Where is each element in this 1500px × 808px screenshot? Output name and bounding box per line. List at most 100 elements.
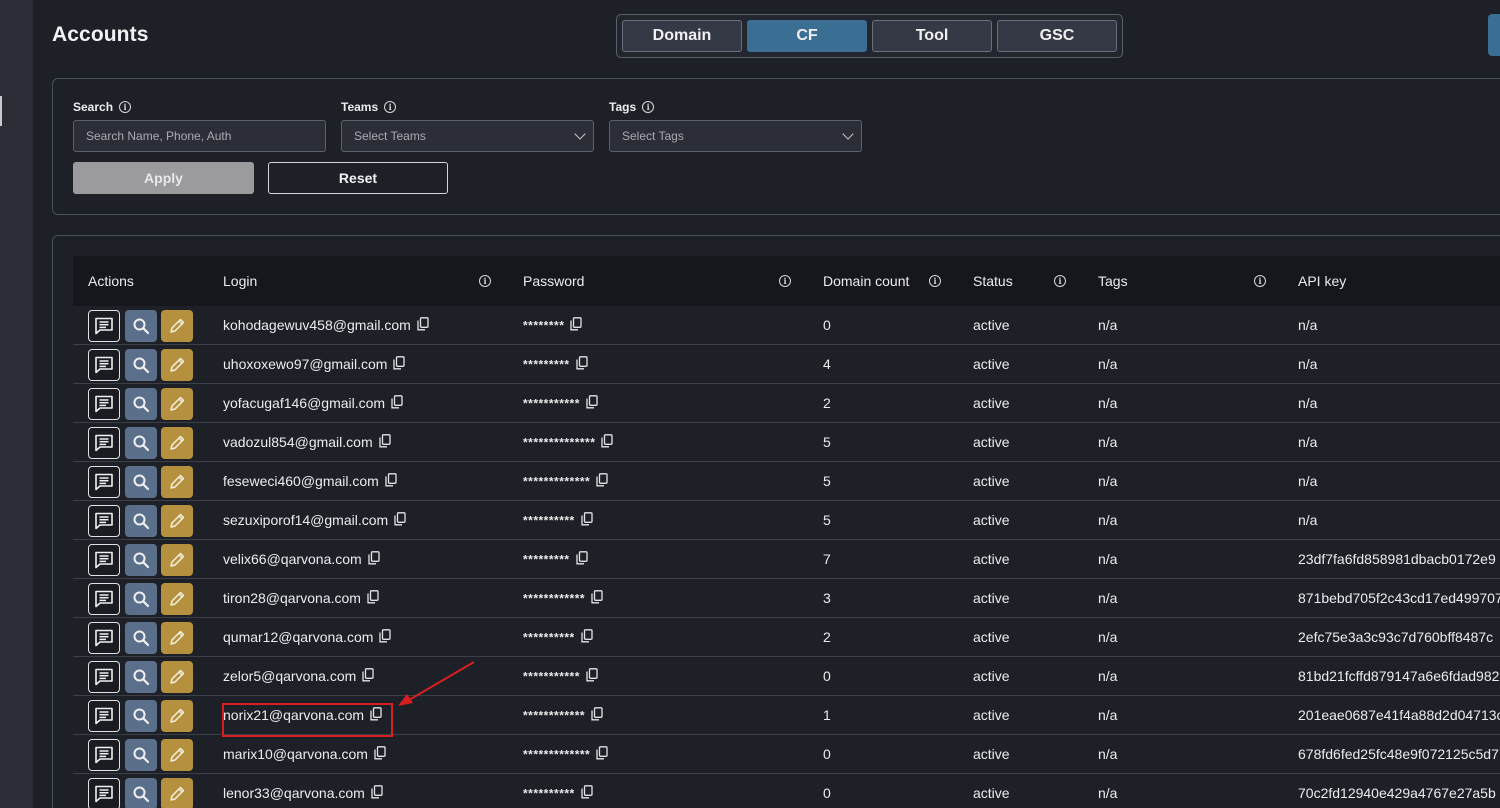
edit-button[interactable]	[161, 505, 193, 537]
edit-button[interactable]	[161, 310, 193, 342]
search-icon	[132, 551, 150, 569]
info-icon[interactable]: i	[119, 101, 132, 113]
password-cell: ********	[523, 317, 583, 335]
edit-button[interactable]	[161, 544, 193, 576]
copy-icon[interactable]	[575, 356, 588, 373]
top-right-action-button[interactable]	[1488, 14, 1500, 56]
comment-button[interactable]	[88, 544, 120, 576]
copy-icon[interactable]	[393, 355, 406, 373]
copy-icon[interactable]	[591, 590, 603, 607]
status-cell: active	[973, 512, 1010, 528]
info-icon[interactable]: i	[642, 101, 655, 113]
copy-icon[interactable]	[368, 550, 380, 568]
view-button[interactable]	[125, 388, 157, 420]
info-icon[interactable]: i	[1054, 275, 1066, 287]
search-input[interactable]: Search Name, Phone, Auth	[73, 120, 326, 152]
tab-gsc[interactable]: GSC	[997, 20, 1117, 52]
edit-button[interactable]	[161, 622, 193, 654]
comment-button[interactable]	[88, 583, 120, 615]
copy-icon[interactable]	[367, 589, 379, 607]
edit-button[interactable]	[161, 427, 193, 459]
view-button[interactable]	[125, 583, 157, 615]
login-cell: uhoxoxewo97@gmail.com	[223, 355, 406, 374]
domain-count-cell: 4	[823, 356, 831, 372]
copy-icon[interactable]	[581, 512, 593, 529]
table-row: zelor5@qarvona.com *********** 0 active n/a 8…	[73, 657, 1500, 696]
pencil-icon	[168, 629, 186, 647]
comment-button[interactable]	[88, 661, 120, 693]
copy-icon[interactable]	[601, 434, 614, 451]
comment-button[interactable]	[88, 388, 120, 420]
copy-icon[interactable]	[362, 667, 374, 685]
edit-button[interactable]	[161, 583, 193, 615]
status-cell: active	[973, 317, 1010, 333]
api-key-cell: n/a	[1298, 434, 1318, 450]
apply-button[interactable]: Apply	[73, 162, 254, 194]
copy-icon[interactable]	[581, 785, 593, 802]
copy-icon[interactable]	[391, 394, 403, 412]
comment-button[interactable]	[88, 427, 120, 459]
view-button[interactable]	[125, 778, 157, 808]
view-button[interactable]	[125, 505, 157, 537]
comment-button[interactable]	[88, 700, 120, 732]
api-key-cell: 70c2fd12940e429a4767e27a5b	[1298, 785, 1496, 801]
copy-icon[interactable]	[379, 628, 392, 646]
password-cell: *************	[523, 473, 608, 491]
main-content: Accounts Domain CF Tool GSC Search i Sea…	[33, 0, 1500, 808]
password-text: *********	[523, 357, 570, 372]
copy-icon[interactable]	[596, 473, 608, 490]
view-button[interactable]	[125, 661, 157, 693]
view-button[interactable]	[125, 427, 157, 459]
comment-button[interactable]	[88, 622, 120, 654]
tab-cf[interactable]: CF	[747, 20, 867, 52]
view-button[interactable]	[125, 622, 157, 654]
copy-icon[interactable]	[385, 472, 397, 490]
info-icon[interactable]: i	[929, 275, 941, 287]
edit-button[interactable]	[161, 739, 193, 771]
tab-domain[interactable]: Domain	[622, 20, 742, 52]
view-button[interactable]	[125, 700, 157, 732]
info-icon[interactable]: i	[1254, 275, 1266, 287]
view-button[interactable]	[125, 544, 157, 576]
column-header-tags: Tags	[1098, 273, 1128, 289]
status-cell: active	[973, 668, 1010, 684]
copy-icon[interactable]	[378, 433, 391, 451]
edit-button[interactable]	[161, 661, 193, 693]
copy-icon[interactable]	[586, 668, 598, 685]
view-button[interactable]	[125, 739, 157, 771]
teams-select[interactable]: Select Teams	[341, 120, 594, 152]
comment-button[interactable]	[88, 778, 120, 808]
info-icon[interactable]: i	[479, 275, 491, 287]
copy-icon[interactable]	[591, 707, 603, 724]
copy-icon[interactable]	[575, 551, 588, 568]
tags-select[interactable]: Select Tags	[609, 120, 862, 152]
copy-icon[interactable]	[417, 316, 429, 334]
pencil-icon	[168, 395, 186, 413]
info-icon[interactable]: i	[779, 275, 791, 287]
tab-tool[interactable]: Tool	[872, 20, 992, 52]
comment-button[interactable]	[88, 349, 120, 381]
comment-button[interactable]	[88, 310, 120, 342]
edit-button[interactable]	[161, 778, 193, 808]
tags-select-value: Select Tags	[622, 129, 684, 143]
copy-icon[interactable]	[570, 317, 583, 334]
copy-icon[interactable]	[586, 395, 598, 412]
copy-icon[interactable]	[371, 784, 383, 802]
copy-icon[interactable]	[374, 745, 386, 763]
copy-icon[interactable]	[596, 746, 608, 763]
info-icon[interactable]: i	[384, 101, 397, 113]
view-button[interactable]	[125, 310, 157, 342]
reset-button[interactable]: Reset	[268, 162, 448, 194]
edit-button[interactable]	[161, 349, 193, 381]
pencil-icon	[168, 746, 186, 764]
edit-button[interactable]	[161, 388, 193, 420]
view-button[interactable]	[125, 466, 157, 498]
edit-button[interactable]	[161, 466, 193, 498]
copy-icon[interactable]	[581, 629, 593, 646]
comment-button[interactable]	[88, 739, 120, 771]
comment-button[interactable]	[88, 466, 120, 498]
view-button[interactable]	[125, 349, 157, 381]
copy-icon[interactable]	[394, 511, 406, 529]
comment-button[interactable]	[88, 505, 120, 537]
edit-button[interactable]	[161, 700, 193, 732]
